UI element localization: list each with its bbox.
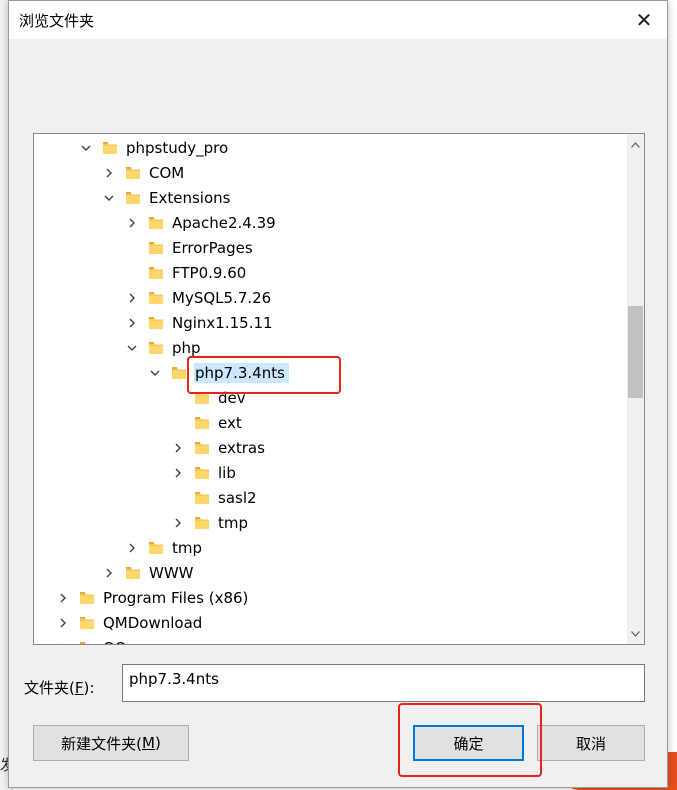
folder-icon [194,465,217,480]
tree-item[interactable]: Apache2.4.39 [125,210,280,235]
scroll-up-icon[interactable] [627,136,644,153]
folder-icon [148,315,171,330]
chevron-right-icon[interactable] [102,566,116,580]
tree-item[interactable]: php7.3.4nts [148,360,289,385]
tree-item-label: QQ [102,638,131,645]
chevron-right-icon[interactable] [171,466,185,480]
folder-icon [148,290,171,305]
tree-item-label: tmp [218,513,249,532]
title-bar: 浏览文件夹 ✕ [9,1,667,39]
tree-item-label: MySQL5.7.26 [172,288,272,307]
tree-item-label: dev [218,388,246,407]
tree-item-label: ext [218,413,242,432]
tree-item-label: Nginx1.15.11 [172,313,273,332]
folder-field-label: 文件夹(F): [24,679,95,697]
scrollbar-thumb[interactable] [628,306,643,398]
folder-icon [102,140,125,155]
tree-item[interactable]: FTP0.9.60 [125,260,250,285]
tree-item[interactable]: php [125,335,205,360]
chevron-right-icon[interactable] [56,591,70,605]
tree-item[interactable]: dev [171,385,250,410]
cancel-button[interactable]: 取消 [537,725,645,761]
chevron-right-icon[interactable] [125,291,139,305]
close-icon[interactable]: ✕ [621,1,667,39]
tree-item[interactable]: MySQL5.7.26 [125,285,275,310]
tree-item[interactable]: Extensions [102,185,234,210]
chevron-right-icon[interactable] [56,616,70,630]
folder-icon [125,165,148,180]
tree-item-label: Extensions [149,188,231,207]
folder-icon [194,440,217,455]
folder-icon [125,565,148,580]
folder-input[interactable]: php7.3.4nts [122,664,645,702]
chevron-down-icon[interactable] [148,366,162,380]
tree-item[interactable]: QQ [56,635,131,645]
tree-item-label: FTP0.9.60 [172,263,247,282]
ok-button[interactable]: 确定 [413,725,524,761]
tree-item-label: phpstudy_pro [126,138,229,157]
folder-icon [79,640,102,644]
tree-item-label: COM [149,163,185,182]
folder-icon [79,590,102,605]
new-folder-button[interactable]: 新建文件夹(M) [33,725,189,761]
tree-item-label: WWW [149,563,194,582]
tree-item-label: sasl2 [218,488,257,507]
tree-item-label: extras [218,438,265,457]
tree-item-label: ErrorPages [172,238,253,257]
dialog-title: 浏览文件夹 [19,12,95,30]
folder-icon [194,390,217,405]
chevron-right-icon[interactable] [102,166,116,180]
tree-item[interactable]: COM [102,160,188,185]
chevron-down-icon[interactable] [125,341,139,355]
tree-item[interactable]: tmp [171,510,252,535]
folder-icon [194,515,217,530]
tree-item-label: php7.3.4nts [194,362,289,383]
chevron-right-icon[interactable] [125,541,139,555]
tree-item[interactable]: phpstudy_pro [79,135,232,160]
tree-scrollbar[interactable] [627,134,644,644]
tree-item[interactable]: tmp [125,535,206,560]
browse-folder-dialog: 浏览文件夹 ✕ QQ QMDownload Program Files (x86) W… [8,0,668,788]
tree-item[interactable]: lib [171,460,240,485]
tree-item[interactable]: sasl2 [171,485,261,510]
chevron-right-icon[interactable] [125,216,139,230]
tree-item-label: php [172,338,201,357]
folder-icon [148,240,171,255]
tree-item[interactable]: ext [171,410,246,435]
tree-item-label: Apache2.4.39 [172,213,276,232]
folder-icon [148,340,171,355]
tree-item-label: tmp [172,538,203,557]
chevron-right-icon[interactable] [171,441,185,455]
tree-item[interactable]: ErrorPages [125,235,257,260]
chevron-right-icon[interactable] [125,316,139,330]
folder-icon [79,615,102,630]
folder-icon [194,490,217,505]
tree-item-label: Program Files (x86) [103,588,249,607]
tree-item[interactable]: extras [171,435,269,460]
chevron-right-icon[interactable] [171,516,185,530]
folder-icon [148,540,171,555]
chevron-down-icon[interactable] [102,191,116,205]
tree-item[interactable]: WWW [102,560,198,585]
folder-icon [194,415,217,430]
folder-tree[interactable]: QQ QMDownload Program Files (x86) WWW tmptmp… [33,133,645,645]
tree-item-label: lib [218,463,236,482]
tree-item[interactable]: QMDownload [56,610,206,635]
chevron-right-icon[interactable] [56,641,70,644]
tree-item[interactable]: Nginx1.15.11 [125,310,277,335]
tree-item-label: QMDownload [103,613,203,632]
folder-icon [148,215,171,230]
tree-item[interactable]: Program Files (x86) [56,585,252,610]
folder-icon [125,190,148,205]
folder-icon [171,365,194,380]
folder-icon [148,265,171,280]
chevron-down-icon[interactable] [79,141,93,155]
scroll-down-icon[interactable] [627,625,644,642]
